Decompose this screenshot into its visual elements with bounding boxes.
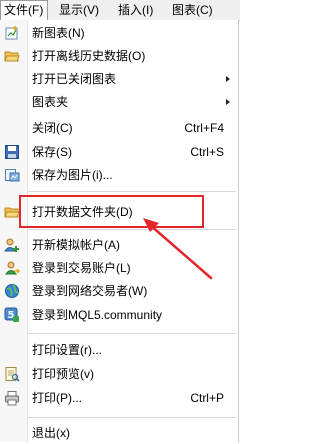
menu-item-new-chart[interactable]: 新图表(N) <box>0 22 238 44</box>
menu-item-exit[interactable]: 退出(x) <box>0 422 238 444</box>
add-user-icon <box>4 238 19 252</box>
menu-item-label: 打印设置(r)... <box>32 343 102 357</box>
menu-item-label: 图表夹 <box>32 95 69 109</box>
menu-insert[interactable]: 插入(I) <box>118 0 153 20</box>
menu-item-print-preview[interactable]: 打印预览(v) <box>0 363 238 385</box>
printer-icon <box>5 391 19 406</box>
menu-item-profiles[interactable]: 图表夹 <box>0 91 238 113</box>
menu-item-shortcut: Ctrl+F4 <box>184 121 224 135</box>
menu-item-label: 新图表(N) <box>32 26 85 40</box>
menu-item-label: 保存(S) <box>32 145 72 159</box>
menu-item-label: 登录到MQL5.community <box>32 308 163 322</box>
menu-item-label: 打印预览(v) <box>32 367 94 381</box>
submenu-arrow-icon <box>226 76 230 82</box>
menu-view[interactable]: 显示(V) <box>59 0 99 20</box>
mql5-community-icon: 5 <box>4 307 19 322</box>
menu-item-print-setup[interactable]: 打印设置(r)... <box>0 339 238 361</box>
menu-item-label: 退出(x) <box>32 426 70 440</box>
menu-separator <box>28 417 236 418</box>
menu-item-label: 开新模拟帐户(A) <box>32 238 120 252</box>
menu-charts[interactable]: 图表(C) <box>172 0 213 20</box>
menu-item-open-closed-charts[interactable]: 打开已关闭图表 <box>0 68 238 90</box>
login-user-icon <box>5 261 20 275</box>
menu-file[interactable]: 文件(F) <box>0 0 48 20</box>
menu-bar: 文件(F) 显示(V) 插入(I) 图表(C) <box>0 0 240 21</box>
open-folder-icon <box>4 51 20 62</box>
submenu-arrow-icon <box>226 99 230 105</box>
menu-item-open-offline[interactable]: 打开离线历史数据(O) <box>0 45 238 67</box>
menu-item-save[interactable]: 保存(S) Ctrl+S <box>0 141 238 163</box>
floppy-save-icon <box>5 145 19 159</box>
open-folder-icon <box>4 207 20 218</box>
menu-item-shortcut: Ctrl+S <box>190 145 224 159</box>
menu-item-label: 保存为图片(i)... <box>32 168 113 182</box>
new-chart-icon <box>5 26 18 40</box>
menu-item-label: 关闭(C) <box>32 121 73 135</box>
menu-item-label: 打印(P)... <box>32 391 82 405</box>
menu-item-label: 登录到交易账户(L) <box>32 261 131 275</box>
menu-item-label: 打开离线历史数据(O) <box>32 49 146 63</box>
menu-item-save-as-picture[interactable]: 保存为图片(i)... <box>0 164 238 186</box>
annotation-arrow <box>143 218 213 280</box>
menu-item-print[interactable]: 打印(P)... Ctrl+P <box>0 387 238 409</box>
print-preview-icon <box>5 367 20 382</box>
menu-item-label: 登录到网络交易者(W) <box>32 284 148 298</box>
menu-item-shortcut: Ctrl+P <box>190 391 224 405</box>
web-trader-icon <box>5 284 19 298</box>
menu-separator <box>28 191 236 192</box>
menu-separator <box>28 333 236 334</box>
menu-item-close[interactable]: 关闭(C) Ctrl+F4 <box>0 117 238 139</box>
save-picture-icon <box>5 169 20 182</box>
menu-item-login-mql5[interactable]: 5 登录到MQL5.community <box>0 304 238 326</box>
menu-item-label: 打开已关闭图表 <box>32 72 117 86</box>
